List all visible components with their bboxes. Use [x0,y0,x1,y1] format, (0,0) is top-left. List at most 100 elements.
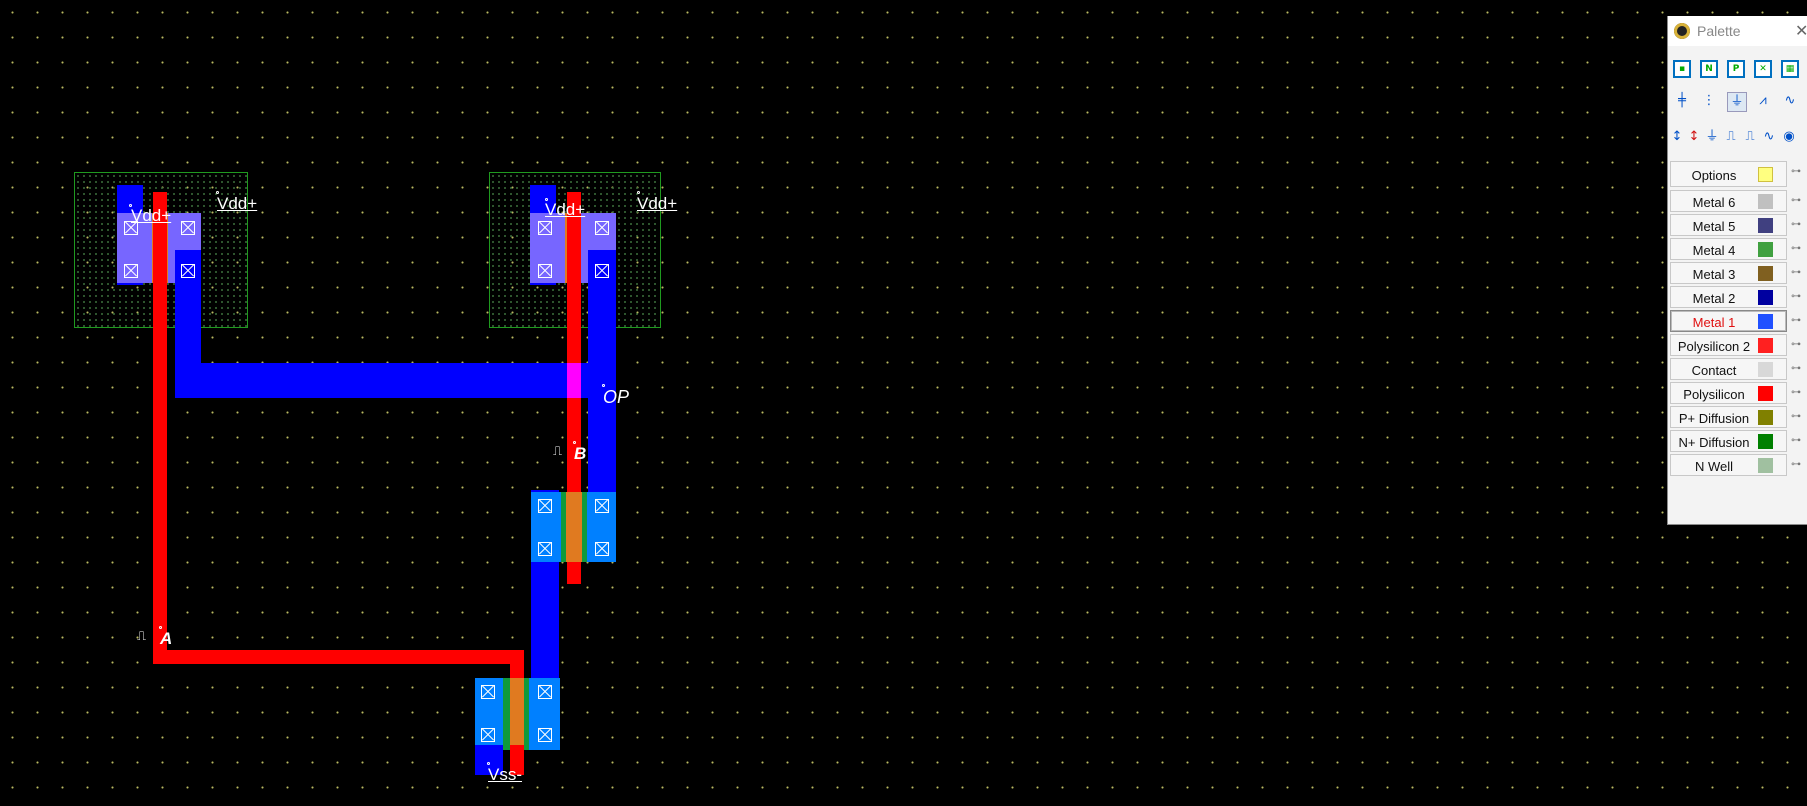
layer-pin-icon[interactable]: ⊶ [1791,435,1801,446]
layer-swatch-icon [1758,266,1773,281]
layer-pin-icon[interactable]: ⊶ [1791,166,1801,177]
via-poly-metal[interactable] [567,363,581,398]
pmos-icon[interactable]: ▪ [1673,60,1691,78]
contact[interactable] [595,221,609,235]
contact[interactable] [481,728,495,742]
layer-label: Contact [1691,363,1737,378]
contact[interactable] [538,685,552,699]
ground-node-icon[interactable]: ⏚ [1704,128,1720,146]
metal1-output-bus[interactable] [175,363,616,398]
layer-pin-icon[interactable]: ⊶ [1791,315,1801,326]
contact[interactable] [181,264,195,278]
layer-label: N+ Diffusion [1678,435,1750,450]
tool-row-sources: ↕ ↕ ⏚ ⎍ ⎍ ∿ ◉ [1668,124,1807,152]
output-label[interactable]: OP [603,387,629,408]
nmos-icon[interactable]: N [1700,60,1718,78]
ground-icon[interactable]: ⏚ [1727,92,1747,112]
pulse-icon[interactable]: ⎍ [1742,128,1758,146]
clock-source-icon[interactable]: ⎍ [137,629,146,644]
layer-label: Polysilicon [1683,387,1745,402]
vdd-label[interactable]: Vdd+ [217,194,257,214]
layer-swatch-icon [1758,386,1773,401]
tool-row-components: ╪ ⋮ ⏚ ⩘ ∿ [1668,88,1807,116]
inductor-icon[interactable]: ⋮ [1700,92,1718,110]
vdd-source-icon[interactable]: ↕ [1670,128,1684,146]
layer-pin-icon[interactable]: ⊶ [1791,219,1801,230]
contact[interactable] [595,542,609,556]
layout-canvas[interactable]: Vdd+ Vdd+ Vdd+ Vdd+ OP ⎍ B ⎍ A Vss- [0,0,1807,806]
input-a-label[interactable]: A [160,629,172,649]
palette-panel[interactable]: Palette ✕ ▪ N P ✕ ▦ ╪ ⋮ ⏚ ⩘ ∿ ↕ ↕ ⏚ ⎍ ⎍ … [1667,16,1807,525]
layer-pin-icon[interactable]: ⊶ [1791,243,1801,254]
layer-label: Metal 6 [1692,195,1736,210]
layer-button[interactable]: Metal 3 [1670,262,1787,284]
layer-button[interactable]: Metal 4 [1670,238,1787,260]
layer-button[interactable]: Polysilicon [1670,382,1787,404]
contact[interactable] [538,728,552,742]
layer-label: Polysilicon 2 [1677,339,1751,354]
layer-button[interactable]: Polysilicon 2 [1670,334,1787,356]
poly-gate-a[interactable] [153,192,167,664]
layer-button[interactable]: N Well [1670,454,1787,476]
layer-button[interactable]: Metal 1 [1670,310,1787,332]
layer-pin-icon[interactable]: ⊶ [1791,339,1801,350]
vdd-label[interactable]: Vdd+ [545,200,585,220]
input-b-label[interactable]: B [574,444,586,464]
poly-gate-a-horizontal[interactable] [153,650,524,664]
transmission-gate-icon[interactable]: ▦ [1781,60,1799,78]
layer-swatch-icon [1758,290,1773,305]
layer-pin-icon[interactable]: ⊶ [1791,411,1801,422]
nmos-body-icon[interactable]: ✕ [1754,60,1772,78]
contact[interactable] [538,542,552,556]
layer-label: N Well [1694,459,1734,474]
layer-label: Metal 1 [1692,315,1736,330]
layer-button[interactable]: P+ Diffusion [1670,406,1787,428]
layer-swatch-icon [1758,434,1773,449]
layer-swatch-icon [1758,410,1773,425]
vdd-label[interactable]: Vdd+ [637,194,677,214]
nmos-gate-lower[interactable] [510,678,524,750]
contact[interactable] [538,264,552,278]
close-icon[interactable]: ✕ [1795,21,1807,41]
layer-label: P+ Diffusion [1678,411,1750,426]
layer-button[interactable]: Contact [1670,358,1787,380]
layer-pin-icon[interactable]: ⊶ [1791,195,1801,206]
layer-button[interactable]: Options [1670,161,1787,187]
vdd-label[interactable]: Vdd+ [131,206,171,226]
visible-node-icon[interactable]: ◉ [1780,128,1798,146]
contact[interactable] [538,499,552,513]
diode-icon[interactable]: ∿ [1781,92,1799,110]
resistor-icon[interactable]: ⩘ [1754,92,1772,110]
layer-button[interactable]: Metal 2 [1670,286,1787,308]
capacitor-icon[interactable]: ╪ [1673,92,1691,110]
layer-swatch-icon [1758,314,1773,329]
contact[interactable] [481,685,495,699]
sine-icon[interactable]: ∿ [1761,128,1777,146]
clock-source-icon[interactable]: ⎍ [553,444,562,459]
palette-titlebar[interactable]: Palette ✕ [1668,16,1807,46]
layer-button[interactable]: Metal 5 [1670,214,1787,236]
layer-swatch-icon [1758,218,1773,233]
layer-pin-icon[interactable]: ⊶ [1791,267,1801,278]
layer-label: Metal 2 [1692,291,1736,306]
app-logo-icon [1674,23,1690,39]
layer-button[interactable]: N+ Diffusion [1670,430,1787,452]
layer-button[interactable]: Metal 6 [1670,190,1787,212]
layer-pin-icon[interactable]: ⊶ [1791,291,1801,302]
layer-label: Metal 5 [1692,219,1736,234]
layer-pin-icon[interactable]: ⊶ [1791,363,1801,374]
contact[interactable] [181,221,195,235]
vss-source-icon[interactable]: ↕ [1687,128,1701,146]
layer-pin-icon[interactable]: ⊶ [1791,387,1801,398]
contact[interactable] [595,264,609,278]
clock-icon[interactable]: ⎍ [1723,128,1739,146]
vss-label[interactable]: Vss- [488,765,522,785]
contact[interactable] [595,499,609,513]
contact[interactable] [538,221,552,235]
tool-row-devices: ▪ N P ✕ ▦ [1668,56,1807,84]
nmos-gate-upper[interactable] [566,492,582,562]
layer-label: Metal 4 [1692,243,1736,258]
layer-pin-icon[interactable]: ⊶ [1791,459,1801,470]
contact[interactable] [124,264,138,278]
pmos-body-icon[interactable]: P [1727,60,1745,78]
